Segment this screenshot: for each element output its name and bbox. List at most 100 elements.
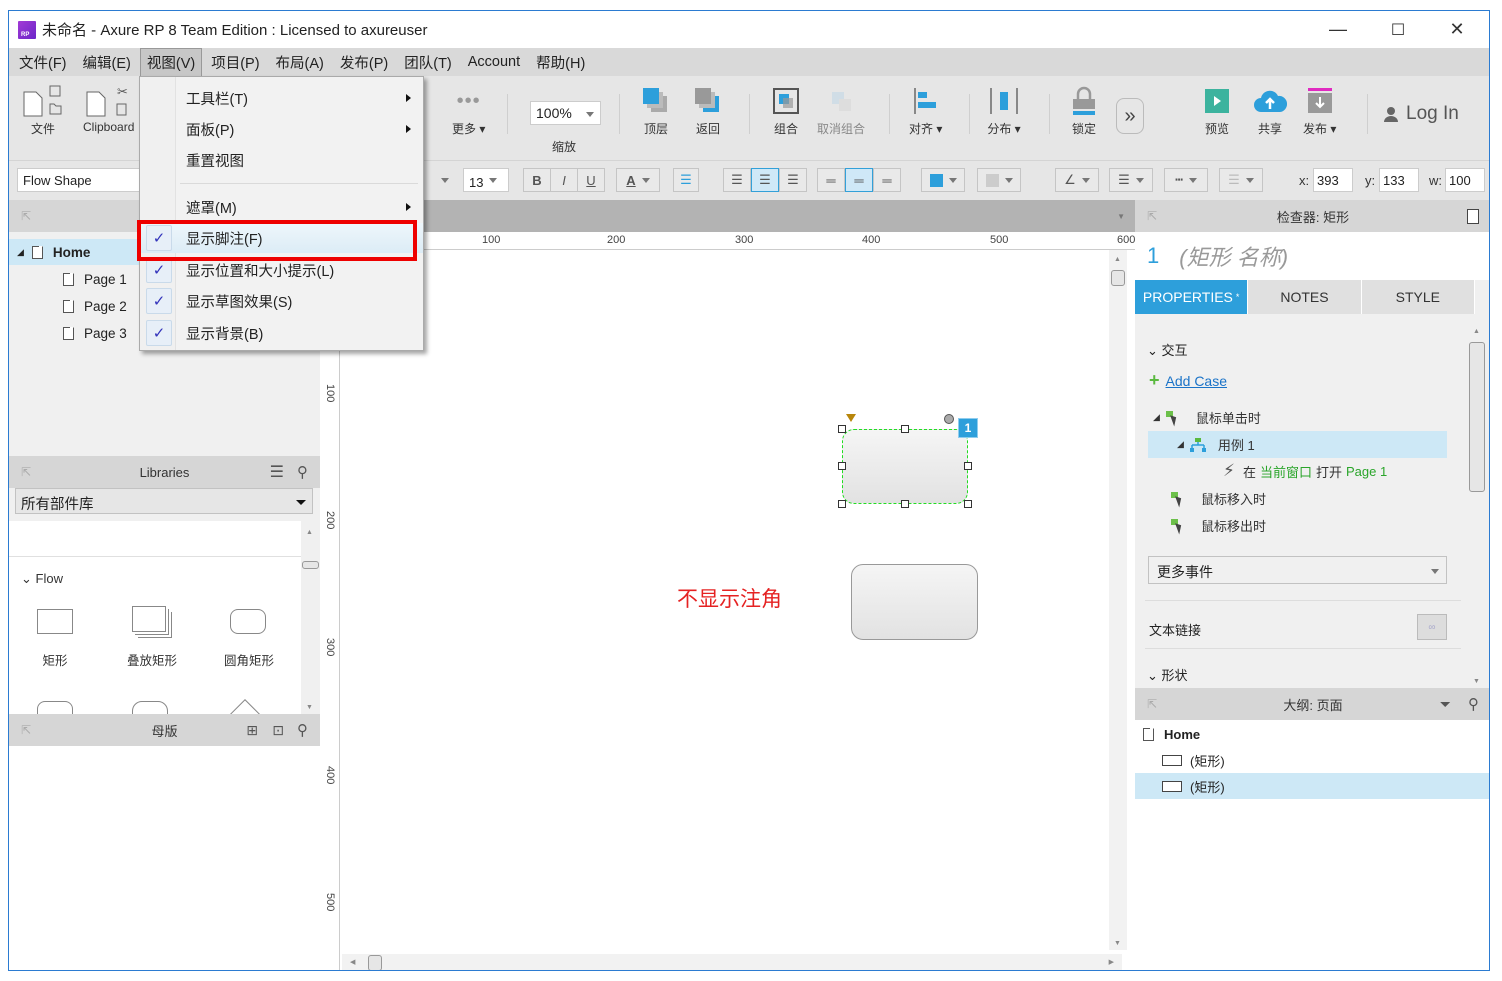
search-icon[interactable]: ⚲ xyxy=(297,463,308,481)
menu-icon[interactable]: ☰ xyxy=(270,462,284,482)
menu-arrange[interactable]: 布局(A) xyxy=(269,48,331,77)
valign-bottom-button[interactable]: ═ xyxy=(873,168,901,192)
line-style-button[interactable]: ┅ xyxy=(1164,168,1208,192)
menu-edit[interactable]: 编辑(E) xyxy=(76,48,138,77)
menu-item-panels[interactable]: 面板(P) xyxy=(140,114,423,144)
ungroup-button[interactable]: 取消组合 xyxy=(817,84,865,137)
library-select[interactable]: 所有部件库 xyxy=(15,488,313,514)
corner-radius-handle-icon[interactable] xyxy=(846,414,856,422)
arrow-style-button[interactable]: ☰ xyxy=(1219,168,1263,192)
file-button[interactable]: 文件 xyxy=(21,84,65,137)
fill-color-button[interactable] xyxy=(921,168,965,192)
shadow-button[interactable] xyxy=(977,168,1021,192)
menu-item-masks[interactable]: 遮罩(M) xyxy=(140,192,423,222)
interaction-section-header[interactable]: ⌄ 交互 xyxy=(1147,340,1188,359)
pin-icon[interactable]: ⇱ xyxy=(21,465,31,479)
x-input[interactable]: 393 xyxy=(1313,168,1353,192)
menu-view[interactable]: 视图(V) xyxy=(139,47,203,77)
link-icon[interactable]: ∞ xyxy=(1417,614,1447,640)
pin-icon[interactable]: ⇱ xyxy=(1147,697,1157,711)
selected-rectangle-widget[interactable] xyxy=(842,429,968,504)
add-folder-icon[interactable]: ⊡ xyxy=(272,722,284,739)
menu-item-reset-view[interactable]: 重置视图 xyxy=(140,145,423,175)
stacked-rectangle-widget-icon[interactable] xyxy=(132,606,166,632)
resize-handle[interactable] xyxy=(838,425,846,433)
scroll-thumb[interactable] xyxy=(1469,342,1485,492)
resize-handle[interactable] xyxy=(901,425,909,433)
menu-item-toolbars[interactable]: 工具栏(T) xyxy=(140,83,423,113)
event-onclick[interactable]: ◢ 鼠标单击时 xyxy=(1153,408,1261,427)
font-size-select[interactable]: 13 xyxy=(463,168,509,192)
line-width-button[interactable]: ☰ xyxy=(1109,168,1153,192)
menu-item-show-sketch-effects[interactable]: ✓ 显示草图效果(S) xyxy=(140,286,423,316)
lock-button[interactable]: 锁定 xyxy=(1070,84,1098,137)
send-to-back-button[interactable]: 返回 xyxy=(693,84,723,137)
line-color-button[interactable]: ∠ xyxy=(1055,168,1099,192)
toolbar-overflow-button[interactable]: » xyxy=(1116,98,1144,134)
expand-icon[interactable]: ◢ xyxy=(1153,412,1160,423)
resize-handle[interactable] xyxy=(964,462,972,470)
w-input[interactable]: 100 xyxy=(1445,168,1485,192)
resize-handle[interactable] xyxy=(901,500,909,508)
pin-icon[interactable]: ⇱ xyxy=(1147,209,1157,223)
clipboard-button[interactable]: ✂ Clipboard xyxy=(83,84,134,134)
filter-icon[interactable]: ⏷ xyxy=(1440,696,1451,713)
tab-list-arrow-icon[interactable]: ▼ xyxy=(1117,212,1125,221)
menu-help[interactable]: 帮助(H) xyxy=(529,48,592,77)
event-mouse-leave[interactable]: 鼠标移出时 xyxy=(1171,516,1266,535)
rounded-rectangle-widget-icon[interactable] xyxy=(230,609,266,634)
outline-item[interactable]: (矩形) xyxy=(1135,747,1489,773)
font-color-button[interactable]: A xyxy=(616,168,660,192)
valign-middle-button[interactable]: ═ xyxy=(845,168,873,192)
pin-icon[interactable]: ⇱ xyxy=(21,209,31,223)
preview-button[interactable]: 预览 xyxy=(1204,84,1230,137)
search-icon[interactable]: ⚲ xyxy=(1468,695,1479,713)
style-select[interactable]: Flow Shape xyxy=(17,168,147,192)
distribute-button[interactable]: 分布 ▾ xyxy=(987,84,1021,137)
rotation-handle-icon[interactable] xyxy=(944,414,954,424)
resize-handle[interactable] xyxy=(964,500,972,508)
canvas-vertical-scrollbar[interactable]: ▲ ▼ xyxy=(1109,250,1127,950)
add-master-icon[interactable]: ⊞ xyxy=(246,722,258,739)
font-select-arrow[interactable] xyxy=(429,168,455,192)
more-events-select[interactable]: 更多事件 xyxy=(1148,556,1447,584)
bring-to-front-button[interactable]: 顶层 xyxy=(641,84,671,137)
menu-account[interactable]: Account xyxy=(461,50,527,74)
zoom-select[interactable]: 100% xyxy=(530,101,601,125)
rectangle-widget-icon[interactable] xyxy=(37,609,73,634)
footnote-badge[interactable]: 1 xyxy=(958,418,978,438)
tab-properties[interactable]: PROPERTIES * xyxy=(1135,280,1249,314)
outline-item-home[interactable]: Home xyxy=(1135,721,1489,747)
menu-team[interactable]: 团队(T) xyxy=(397,48,459,77)
italic-button[interactable]: I xyxy=(550,168,578,192)
resize-handle[interactable] xyxy=(838,500,846,508)
publish-button[interactable]: 发布 ▾ xyxy=(1303,84,1336,137)
widget-name-field[interactable]: 1 (矩形 名称) xyxy=(1135,232,1489,280)
share-button[interactable]: 共享 xyxy=(1253,84,1287,137)
outline-item-selected[interactable]: (矩形) xyxy=(1135,773,1489,799)
bold-button[interactable]: B xyxy=(523,168,551,192)
rectangle-widget[interactable] xyxy=(851,564,978,640)
valign-top-button[interactable]: ═ xyxy=(817,168,845,192)
more-button[interactable]: ••• 更多 ▾ xyxy=(452,84,485,137)
tab-notes[interactable]: NOTES xyxy=(1248,280,1362,314)
close-button[interactable]: ✕ xyxy=(1434,11,1480,48)
inspector-scrollbar[interactable]: ▲ ▼ xyxy=(1468,326,1486,692)
library-scrollbar[interactable]: ▲ ▼ xyxy=(301,521,320,716)
align-button[interactable]: 对齐 ▾ xyxy=(909,84,942,137)
menu-publish[interactable]: 发布(P) xyxy=(333,48,395,77)
case-1[interactable]: ◢ 用例 1 xyxy=(1177,435,1255,454)
align-right-button[interactable]: ☰ xyxy=(779,168,807,192)
event-mouse-enter[interactable]: 鼠标移入时 xyxy=(1171,489,1266,508)
expand-icon[interactable]: ◢ xyxy=(17,247,24,258)
expand-icon[interactable]: ◢ xyxy=(1177,439,1184,450)
scroll-thumb[interactable] xyxy=(302,561,319,569)
page-properties-icon[interactable] xyxy=(1467,208,1479,224)
search-icon[interactable]: ⚲ xyxy=(297,721,308,739)
y-input[interactable]: 133 xyxy=(1379,168,1419,192)
flow-group-header[interactable]: ⌄ Flow xyxy=(21,571,63,587)
menu-item-show-background[interactable]: ✓ 显示背景(B) xyxy=(140,318,423,348)
menu-file[interactable]: 文件(F) xyxy=(12,48,74,77)
minimize-button[interactable]: — xyxy=(1315,11,1361,48)
canvas-horizontal-scrollbar[interactable]: ◀ ▶ xyxy=(342,954,1122,970)
